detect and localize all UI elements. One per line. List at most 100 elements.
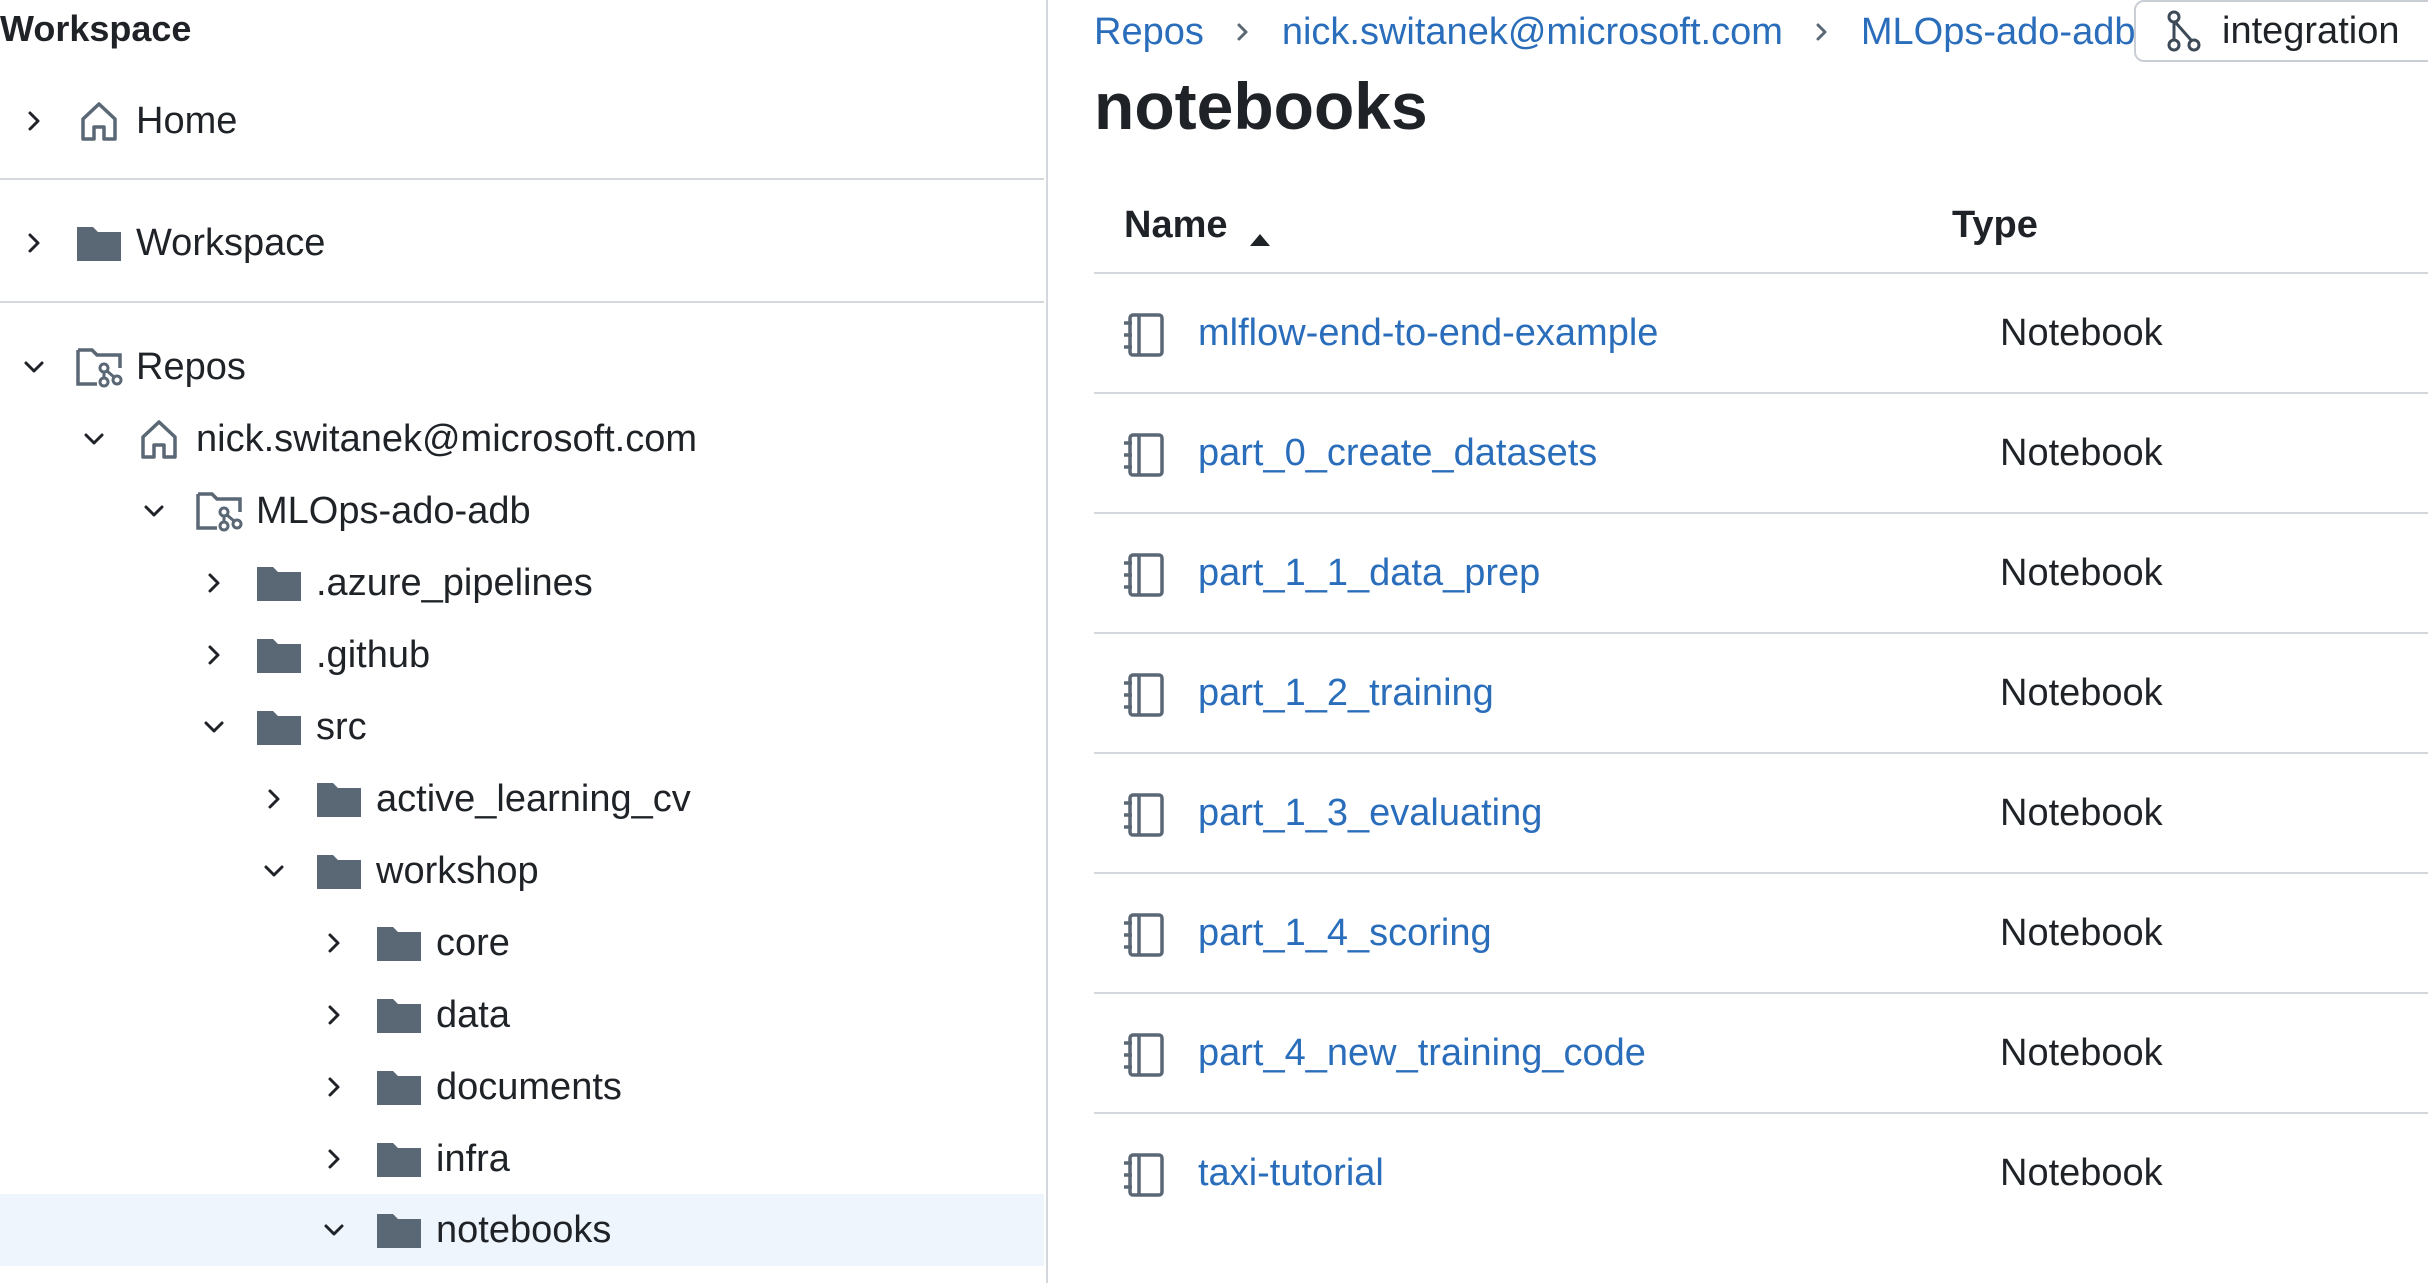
branch-selector-button[interactable]: integration: [2134, 0, 2428, 62]
table-row[interactable]: part_1_3_evaluating Notebook: [1094, 754, 2428, 874]
chevron-right-icon[interactable]: [14, 101, 54, 141]
column-header-type[interactable]: Type: [1952, 178, 2038, 272]
tree-item-repos[interactable]: Repos: [0, 336, 1044, 398]
notebook-type: Notebook: [2000, 911, 2163, 954]
tree-item-data[interactable]: data: [0, 984, 1044, 1046]
notebook-icon: [1122, 1032, 1166, 1078]
breadcrumb-repo-link[interactable]: MLOps-ado-adb: [1861, 11, 2136, 54]
folder-icon: [314, 849, 364, 893]
notebook-link[interactable]: mlflow-end-to-end-example: [1198, 274, 1658, 392]
table-row[interactable]: mlflow-end-to-end-example Notebook: [1094, 274, 2428, 394]
chevron-right-icon[interactable]: [194, 635, 234, 675]
home-icon: [74, 99, 124, 143]
table-header: Name Type: [1094, 178, 2428, 274]
tree-item-label: MLOps-ado-adb: [256, 489, 531, 532]
chevron-right-icon[interactable]: [14, 223, 54, 263]
tree-item-infra[interactable]: infra: [0, 1128, 1044, 1190]
notebook-icon: [1122, 552, 1166, 598]
tree-item-label: data: [436, 993, 510, 1036]
tree-item-documents[interactable]: documents: [0, 1056, 1044, 1118]
folder-icon: [374, 1208, 424, 1252]
table-row[interactable]: taxi-tutorial Notebook: [1094, 1114, 2428, 1232]
tree-item-label: workshop: [376, 849, 539, 892]
chevron-down-icon[interactable]: [134, 491, 174, 531]
folder-icon: [74, 221, 124, 265]
notebook-icon: [1122, 792, 1166, 838]
notebook-link[interactable]: part_4_new_training_code: [1198, 994, 1646, 1112]
tree-item-azure-pipelines[interactable]: .azure_pipelines: [0, 552, 1044, 614]
tree-item-workshop[interactable]: workshop: [0, 840, 1044, 902]
workspace-tree-panel: Workspace Home Workspace Repos nick.swit…: [0, 0, 1048, 1283]
notebook-icon: [1122, 432, 1166, 478]
tree-item-label: Workspace: [136, 221, 326, 264]
folder-icon: [374, 1065, 424, 1109]
notebook-type: Notebook: [2000, 431, 2163, 474]
tree-item-home[interactable]: Home: [0, 90, 1044, 152]
notebook-link[interactable]: part_1_3_evaluating: [1198, 754, 1542, 872]
chevron-right-icon[interactable]: [314, 1139, 354, 1179]
chevron-right-icon[interactable]: [194, 563, 234, 603]
tree-item-label: Home: [136, 99, 238, 142]
main-content: Repos nick.switanek@microsoft.com MLOps-…: [1048, 0, 2428, 1283]
notebook-type: Notebook: [2000, 1031, 2163, 1074]
column-header-label: Type: [1952, 203, 2038, 246]
chevron-down-icon[interactable]: [194, 707, 234, 747]
tree-item-user-folder[interactable]: nick.switanek@microsoft.com: [0, 408, 1044, 470]
chevron-down-icon[interactable]: [254, 851, 294, 891]
chevron-right-icon: [1234, 21, 1252, 43]
folder-icon: [374, 993, 424, 1037]
table-row[interactable]: part_1_4_scoring Notebook: [1094, 874, 2428, 994]
tree-item-label: infra: [436, 1137, 510, 1180]
tree-item-src[interactable]: src: [0, 696, 1044, 758]
tree-item-label: documents: [436, 1065, 622, 1108]
notebook-link[interactable]: part_1_4_scoring: [1198, 874, 1492, 992]
repo-icon: [74, 345, 124, 389]
chevron-down-icon[interactable]: [14, 347, 54, 387]
tree-item-mlops-repo[interactable]: MLOps-ado-adb: [0, 480, 1044, 542]
chevron-right-icon[interactable]: [314, 923, 354, 963]
branch-name: integration: [2222, 9, 2400, 52]
table-row[interactable]: part_0_create_datasets Notebook: [1094, 394, 2428, 514]
tree-item-label: src: [316, 705, 367, 748]
breadcrumb: Repos nick.switanek@microsoft.com MLOps-…: [1094, 0, 2135, 64]
tree-item-label: .github: [316, 633, 431, 676]
page-title: notebooks: [1094, 69, 1428, 143]
notebook-link[interactable]: part_1_2_training: [1198, 634, 1494, 752]
breadcrumb-user-link[interactable]: nick.switanek@microsoft.com: [1282, 11, 1783, 54]
notebook-link[interactable]: part_1_1_data_prep: [1198, 514, 1540, 632]
table-row[interactable]: part_1_2_training Notebook: [1094, 634, 2428, 754]
notebook-type: Notebook: [2000, 791, 2163, 834]
tree-divider: [0, 301, 1044, 303]
chevron-down-icon[interactable]: [314, 1210, 354, 1250]
tree-item-label: notebooks: [436, 1208, 612, 1251]
chevron-down-icon[interactable]: [74, 419, 114, 459]
folder-icon: [374, 1137, 424, 1181]
breadcrumb-repos-link[interactable]: Repos: [1094, 11, 1204, 54]
folder-icon: [374, 921, 424, 965]
table-row[interactable]: part_4_new_training_code Notebook: [1094, 994, 2428, 1114]
sort-ascending-icon[interactable]: [1248, 216, 1272, 246]
chevron-right-icon[interactable]: [314, 1067, 354, 1107]
tree-item-workspace[interactable]: Workspace: [0, 212, 1044, 274]
tree-item-github[interactable]: .github: [0, 624, 1044, 686]
home-icon: [134, 417, 184, 461]
tree-item-notebooks[interactable]: notebooks: [0, 1194, 1044, 1266]
column-header-label: Name: [1124, 203, 1228, 246]
chevron-right-icon[interactable]: [254, 779, 294, 819]
tree-item-label: nick.switanek@microsoft.com: [196, 417, 698, 460]
tree-item-label: Repos: [136, 345, 246, 388]
chevron-right-icon[interactable]: [314, 995, 354, 1035]
folder-icon: [254, 561, 304, 605]
folder-icon: [314, 777, 364, 821]
tree-item-active-learning-cv[interactable]: active_learning_cv: [0, 768, 1044, 830]
chevron-right-icon: [1813, 21, 1831, 43]
notebook-icon: [1122, 312, 1166, 358]
tree-title: Workspace: [0, 8, 192, 49]
tree-item-label: .azure_pipelines: [316, 561, 593, 604]
tree-item-core[interactable]: core: [0, 912, 1044, 974]
column-header-name[interactable]: Name: [1124, 178, 1272, 272]
notebook-link[interactable]: taxi-tutorial: [1198, 1114, 1384, 1232]
table-row[interactable]: part_1_1_data_prep Notebook: [1094, 514, 2428, 634]
notebook-link[interactable]: part_0_create_datasets: [1198, 394, 1597, 512]
tree-item-label: active_learning_cv: [376, 777, 691, 820]
